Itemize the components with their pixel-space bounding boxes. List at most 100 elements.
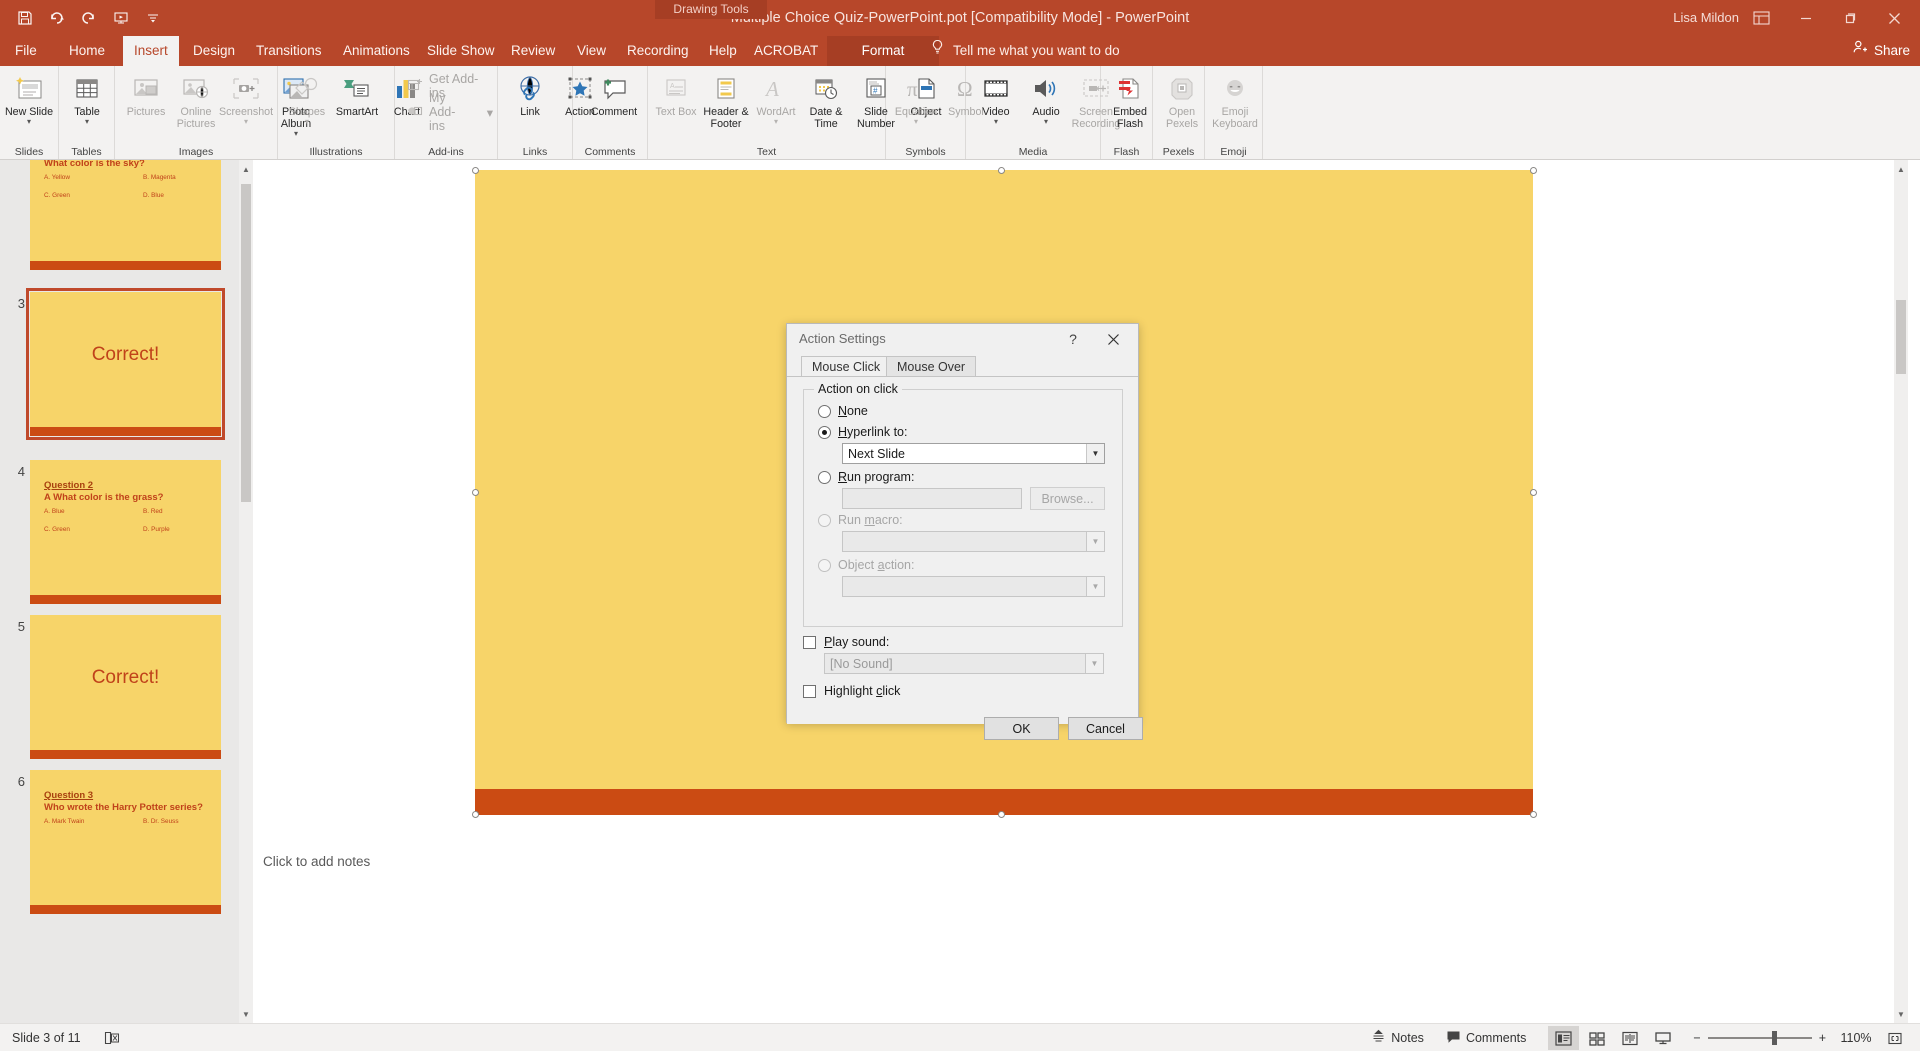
play-sound-combobox[interactable]: [No Sound] ▼: [824, 653, 1104, 674]
resize-handle-top-center[interactable]: [998, 167, 1005, 174]
chevron-down-icon[interactable]: ▾: [27, 117, 31, 125]
scroll-down-icon[interactable]: ▼: [239, 1005, 253, 1023]
equation-button[interactable]: π Equation ▾: [891, 68, 941, 134]
run-program-input[interactable]: [842, 488, 1022, 509]
panel-scroll-thumb[interactable]: [241, 184, 251, 502]
online-pictures-button[interactable]: Online Pictures: [171, 68, 221, 134]
chevron-down-icon[interactable]: ▾: [85, 117, 89, 125]
hyperlink-to-combobox[interactable]: Next Slide ▼: [842, 443, 1105, 464]
chevron-down-icon[interactable]: ▼: [1086, 444, 1104, 463]
radio-none-icon[interactable]: [818, 404, 831, 418]
ok-button[interactable]: OK: [984, 717, 1059, 740]
scroll-up-icon[interactable]: ▲: [239, 160, 253, 178]
tab-view[interactable]: View: [566, 36, 617, 66]
resize-handle-bottom-left[interactable]: [472, 811, 479, 818]
slide-thumbnail-2[interactable]: Question 1 What color is the sky? A. Yel…: [30, 160, 221, 270]
editor-scroll-thumb[interactable]: [1896, 300, 1906, 374]
open-pexels-button[interactable]: Open Pexels: [1153, 68, 1211, 134]
help-icon[interactable]: ?: [1060, 329, 1086, 349]
slide-thumbnail-6[interactable]: Question 3 Who wrote the Harry Potter se…: [30, 770, 221, 914]
comments-button[interactable]: Comments: [1435, 1024, 1537, 1051]
smartart-button[interactable]: SmartArt: [332, 68, 382, 134]
slide-thumbnail-panel[interactable]: 2 Question 1 What color is the sky? A. Y…: [0, 160, 253, 1023]
browse-button[interactable]: Browse...: [1030, 487, 1105, 510]
chevron-down-icon[interactable]: ▼: [1085, 654, 1103, 673]
highlight-click-checkbox[interactable]: [803, 684, 816, 698]
slide-sorter-view-button[interactable]: [1581, 1026, 1612, 1050]
scroll-down-icon[interactable]: ▼: [1894, 1005, 1908, 1023]
ribbon-display-options-icon[interactable]: [1739, 0, 1783, 36]
zoom-knob[interactable]: [1771, 1031, 1777, 1045]
redo-icon[interactable]: [74, 3, 104, 33]
radio-run-program-icon[interactable]: [818, 470, 831, 484]
tab-review[interactable]: Review: [500, 36, 566, 66]
save-icon[interactable]: [10, 3, 40, 33]
dialog-close-icon[interactable]: [1098, 328, 1128, 350]
normal-view-button[interactable]: [1548, 1026, 1580, 1050]
user-account-name[interactable]: Lisa Mildon: [1673, 0, 1739, 36]
resize-handle-middle-left[interactable]: [472, 489, 479, 496]
notes-pane[interactable]: Click to add notes: [253, 843, 1908, 898]
dialog-tab-mouse-over[interactable]: Mouse Over: [886, 356, 977, 377]
tab-transitions[interactable]: Transitions: [245, 36, 333, 66]
my-add-ins-button[interactable]: My Add-ins ▾: [403, 91, 497, 133]
dialog-title-bar[interactable]: Action Settings ?: [787, 324, 1138, 354]
start-from-beginning-icon[interactable]: [106, 3, 136, 33]
close-icon[interactable]: [1872, 0, 1916, 36]
new-slide-button[interactable]: New Slide ▾: [4, 68, 54, 134]
minimize-icon[interactable]: [1784, 0, 1828, 36]
panel-scrollbar[interactable]: ▲ ▼: [239, 160, 253, 1023]
zoom-track[interactable]: [1707, 1031, 1812, 1045]
radio-option-hyperlink-to[interactable]: Hyperlink to:: [818, 425, 907, 439]
chevron-down-icon[interactable]: ▾: [914, 117, 918, 125]
resize-handle-middle-right[interactable]: [1530, 489, 1537, 496]
tell-me-search[interactable]: Tell me what you want to do: [930, 36, 1120, 66]
slide-count-label[interactable]: Slide 3 of 11: [12, 1031, 81, 1045]
tab-format[interactable]: Format: [827, 36, 939, 66]
undo-icon[interactable]: [42, 3, 72, 33]
embed-flash-button[interactable]: Embed Flash: [1101, 68, 1159, 134]
reading-view-button[interactable]: [1614, 1026, 1645, 1050]
zoom-in-button[interactable]: +: [1819, 1031, 1826, 1045]
audio-button[interactable]: Audio ▾: [1021, 68, 1071, 134]
slide-thumbnail-4[interactable]: Question 2 A What color is the grass? A.…: [30, 460, 221, 604]
scroll-up-icon[interactable]: ▲: [1894, 160, 1908, 178]
fit-to-window-button[interactable]: [1879, 1026, 1910, 1050]
cancel-button[interactable]: Cancel: [1068, 717, 1143, 740]
tab-acrobat[interactable]: ACROBAT: [743, 36, 829, 66]
chevron-down-icon[interactable]: ▾: [487, 105, 493, 120]
zoom-slider[interactable]: − +: [1685, 1031, 1834, 1045]
radio-option-none[interactable]: None: [818, 404, 868, 418]
date-time-button[interactable]: Date & Time: [801, 68, 851, 134]
slide-show-view-button[interactable]: [1647, 1026, 1678, 1050]
tab-file[interactable]: File: [4, 36, 48, 66]
play-sound-checkbox[interactable]: [803, 635, 816, 649]
radio-option-run-program[interactable]: Run program:: [818, 470, 914, 484]
resize-handle-top-right[interactable]: [1530, 167, 1537, 174]
slide-thumbnail-5[interactable]: Correct!: [30, 615, 221, 759]
zoom-out-button[interactable]: −: [1693, 1031, 1700, 1045]
tab-insert[interactable]: Insert: [123, 36, 179, 66]
tab-design[interactable]: Design: [182, 36, 246, 66]
text-box-button[interactable]: A Text Box: [651, 68, 701, 134]
customize-qat-icon[interactable]: [138, 3, 168, 33]
link-button[interactable]: Link: [505, 68, 555, 134]
comment-button[interactable]: Comment: [585, 68, 643, 134]
dialog-tab-mouse-click[interactable]: Mouse Click: [801, 356, 892, 377]
resize-handle-bottom-center[interactable]: [998, 811, 1005, 818]
radio-hyperlink-to-icon[interactable]: [818, 425, 831, 439]
wordart-button[interactable]: A WordArt ▾: [751, 68, 801, 134]
tab-recording[interactable]: Recording: [616, 36, 700, 66]
resize-handle-top-left[interactable]: [472, 167, 479, 174]
tab-animations[interactable]: Animations: [332, 36, 421, 66]
emoji-keyboard-button[interactable]: Emoji Keyboard: [1206, 68, 1264, 134]
action-settings-dialog[interactable]: Action Settings ? Mouse Click Mouse Over…: [786, 323, 1143, 740]
tab-home[interactable]: Home: [58, 36, 116, 66]
chevron-down-icon[interactable]: ▾: [1044, 117, 1048, 125]
tab-slide-show[interactable]: Slide Show: [416, 36, 506, 66]
editor-scrollbar[interactable]: ▲ ▼: [1894, 160, 1908, 1023]
chevron-down-icon[interactable]: ▾: [994, 117, 998, 125]
screenshot-button[interactable]: Screenshot ▾: [219, 68, 273, 134]
header-footer-button[interactable]: Header & Footer: [701, 68, 751, 134]
play-sound-checkbox-row[interactable]: Play sound:: [803, 635, 889, 649]
